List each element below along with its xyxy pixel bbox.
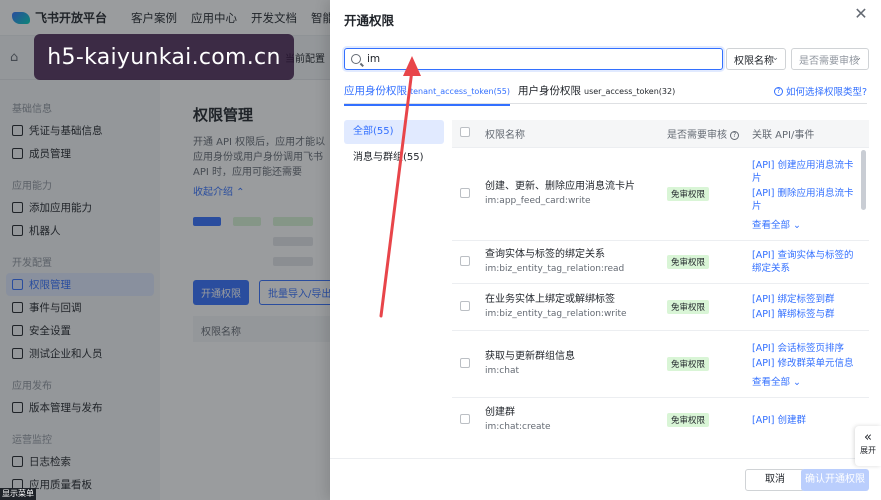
permission-name: 创建群 [485,407,515,418]
api-link[interactable]: [API] 删除应用消息流卡片 [752,187,862,213]
tab-tenant-token[interactable]: 应用身份权限 tenant_access_token(55) [344,83,510,106]
row-checkbox[interactable] [460,255,470,266]
permission-code: im:chat [485,366,519,376]
related-apis: [API] 会话标签页排序 [API] 修改群菜单元信息 查看全部 ⌄ [752,340,862,388]
audit-filter-select[interactable]: 是否需要审核 ⌄ [791,48,869,70]
category-all[interactable]: 全部(55) [344,120,444,144]
question-icon: ? [773,86,783,96]
info-icon[interactable]: ? [730,130,739,140]
chevron-down-icon: ⌄ [854,53,862,63]
permission-info: 在业务实体上绑定或解绑标签 im:biz_entity_tag_relation:… [482,293,667,321]
permission-info: 创建、更新、删除应用消息流卡片 im:app_feed_card:write [482,180,667,208]
search-icon [351,54,361,64]
permission-table: 权限名称 是否需要审核? 关联 API/事件 创建、更新、删除应用消息流卡片 im… [452,120,869,440]
audit-badge: 免审权限 [667,357,710,371]
double-chevron-left-icon: « [864,430,872,445]
column-header-audit: 是否需要审核? [667,126,752,141]
close-icon[interactable]: ✕ [853,6,869,22]
table-scrollbar[interactable] [861,150,866,210]
related-apis: [API] 查询实体与标签的绑定关系 [752,247,862,277]
permission-name: 查询实体与标签的绑定关系 [485,249,605,260]
row-checkbox[interactable] [460,300,470,311]
permission-code: im:app_feed_card:write [485,196,591,206]
table-row: 创建群 im:chat:create 免审权限 [API] 创建群 [452,398,869,440]
permission-info: 查询实体与标签的绑定关系 im:biz_entity_tag_relation:r… [482,248,667,276]
api-link[interactable]: [API] 创建群 [752,414,862,427]
api-link[interactable]: [API] 修改群菜单元信息 [752,357,862,370]
related-apis: [API] 创建应用消息流卡片 [API] 删除应用消息流卡片查看全部 ⌄ [752,157,862,231]
api-link[interactable]: [API] 解绑标签与群 [752,308,862,321]
permission-name: 在业务实体上绑定或解绑标签 [485,294,615,305]
drawer-title: 开通权限 [344,13,395,28]
table-row: 获取与更新群组信息 im:chat 免审权限 [API] 会话标签页排序 [API] 修… [452,331,869,398]
permission-name: 获取与更新群组信息 [485,351,575,362]
expand-panel-button[interactable]: « 展开 [855,426,881,466]
row-checkbox[interactable] [460,187,470,198]
related-apis: [API] 创建群 [752,412,862,429]
table-row: 创建、更新、删除应用消息流卡片 im:app_feed_card:write 免审权… [452,148,869,241]
audit-badge: 免审权限 [667,300,710,314]
table-row: 在业务实体上绑定或解绑标签 im:biz_entity_tag_relation:… [452,284,869,331]
audit-badge: 免审权限 [667,187,710,201]
audit-badge: 免审权限 [667,255,710,269]
enable-permission-drawer: 开通权限 ✕ 权限名称 ⌄ 是否需要审核 ⌄ 应用身份权限tenant_acce… [330,0,881,500]
tab-user-token[interactable]: 用户身份权限 user_access_token(32) [518,83,675,104]
column-header-api: 关联 API/事件 [752,130,815,141]
row-checkbox[interactable] [460,413,470,424]
show-menu-button[interactable]: 显示菜单 [0,488,36,500]
permission-info: 创建群 im:chat:create [482,406,667,434]
permission-type-help-link[interactable]: ? 如何选择权限类型? [773,84,867,98]
confirm-enable-button[interactable]: 确认开通权限 [801,469,869,491]
select-all-checkbox[interactable] [460,127,470,137]
permission-code: im:biz_entity_tag_relation:read [485,264,625,274]
table-header: 权限名称 是否需要审核? 关联 API/事件 [452,120,869,148]
permission-code: im:chat:create [485,422,551,432]
watermark: h5-kaiyunkai.com.cn [34,34,294,80]
related-apis: [API] 绑定标签到群 [API] 解绑标签与群 [752,291,862,323]
view-all-link[interactable]: 查看全部 ⌄ [752,217,862,231]
permission-search[interactable] [344,48,723,70]
api-link[interactable]: [API] 绑定标签到群 [752,293,862,306]
category-list: 全部(55) 消息与群组(55) [344,120,444,172]
search-field-select[interactable]: 权限名称 ⌄ [726,48,786,70]
permission-code: im:biz_entity_tag_relation:write [485,309,627,319]
api-link[interactable]: [API] 查询实体与标签的绑定关系 [752,249,862,275]
api-link[interactable]: [API] 创建应用消息流卡片 [752,159,862,185]
audit-badge: 免审权限 [667,413,710,427]
category-messages-groups[interactable]: 消息与群组(55) [344,146,444,170]
search-input[interactable] [367,53,707,65]
table-row: 查询实体与标签的绑定关系 im:biz_entity_tag_relation:r… [452,241,869,284]
api-link[interactable]: [API] 会话标签页排序 [752,342,862,355]
row-checkbox[interactable] [460,357,470,368]
chevron-down-icon: ⌄ [771,53,779,63]
cancel-button[interactable]: 取消 [745,469,805,491]
permission-info: 获取与更新群组信息 im:chat [482,350,667,378]
permission-name: 创建、更新、删除应用消息流卡片 [485,181,635,192]
view-all-link[interactable]: 查看全部 ⌄ [752,374,862,388]
drawer-footer: 取消 确认开通权限 [330,458,881,500]
column-header-name: 权限名称 [485,130,525,141]
